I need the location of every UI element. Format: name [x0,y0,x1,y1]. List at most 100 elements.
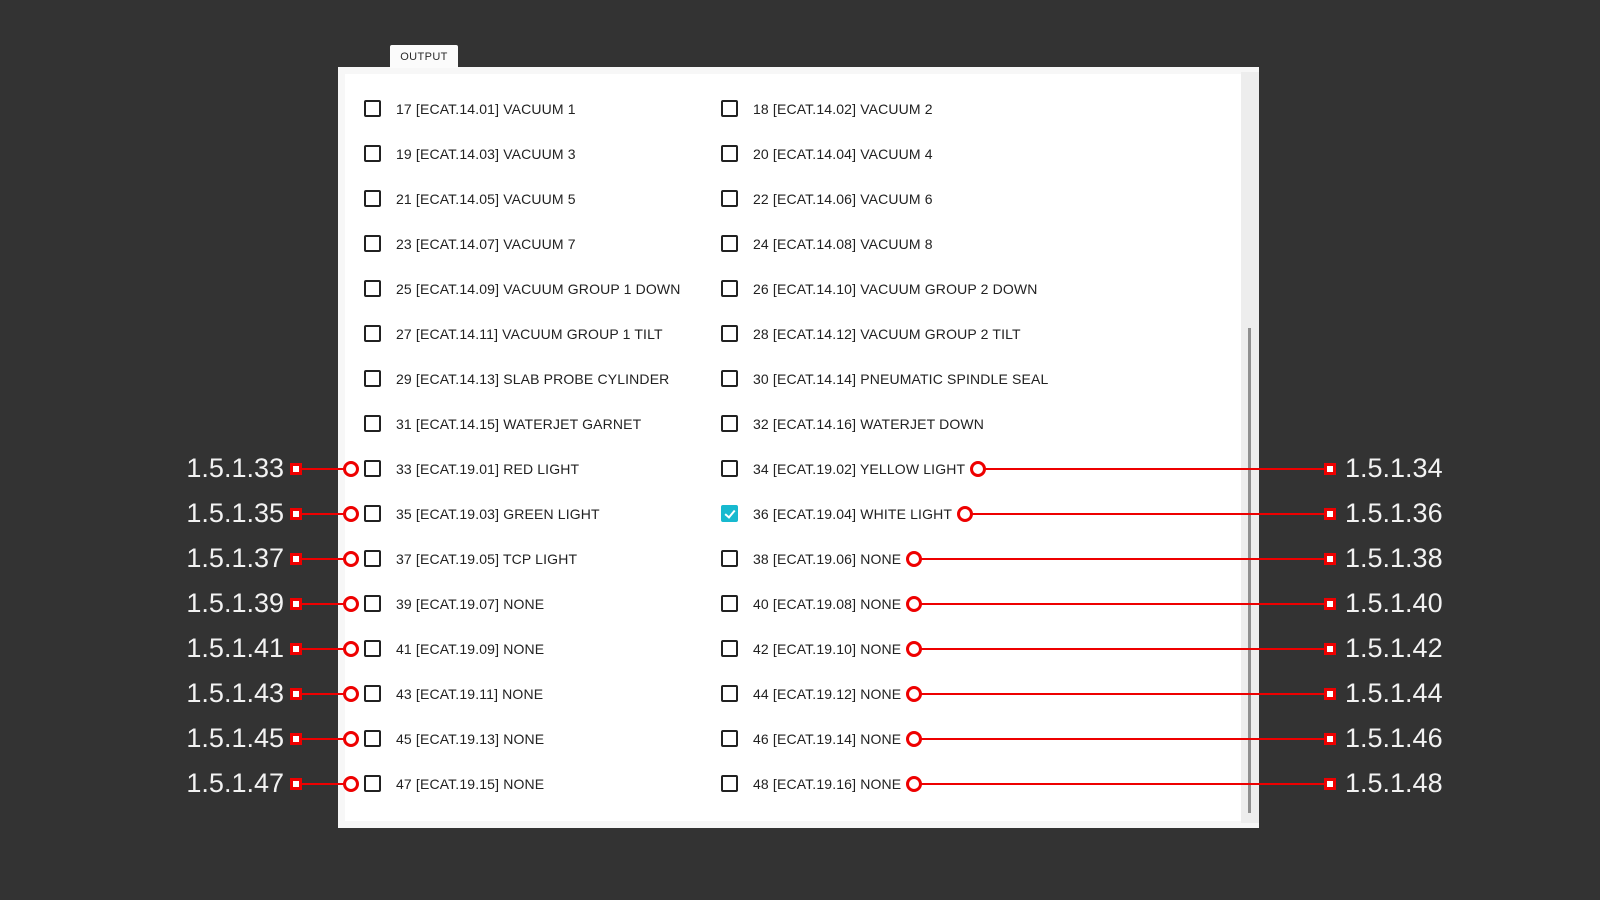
output-item: 24 [ECAT.14.08] VACUUM 8 [721,221,933,266]
checkbox[interactable] [721,775,738,792]
output-item: 37 [ECAT.19.05] TCP LIGHT [364,536,721,581]
output-row: 19 [ECAT.14.03] VACUUM 3 20 [ECAT.14.04] … [364,131,1234,176]
annotation-square-marker [290,463,302,475]
checkbox[interactable] [721,460,738,477]
checkbox[interactable] [364,100,381,117]
annotation-circle [343,641,359,657]
scrollbar-thumb[interactable] [1248,328,1251,813]
checkbox-label: 23 [ECAT.14.07] VACUUM 7 [396,236,576,252]
output-row: 47 [ECAT.19.15] NONE48 [ECAT.19.16] NONE [364,761,1234,806]
annotation-circle [906,596,922,612]
checkbox[interactable] [364,460,381,477]
checkbox[interactable] [364,730,381,747]
output-item: 28 [ECAT.14.12] VACUUM GROUP 2 TILT [721,311,1021,356]
annotation-circle [343,776,359,792]
checkbox[interactable] [721,190,738,207]
checkbox[interactable] [721,505,738,522]
checkbox[interactable] [721,100,738,117]
output-item: 20 [ECAT.14.04] VACUUM 4 [721,131,933,176]
checkbox[interactable] [364,145,381,162]
checkbox[interactable] [364,235,381,252]
annotation-label: 1.5.1.38 [1345,542,1443,573]
annotation-circle [906,686,922,702]
annotation-label: 1.5.1.45 [186,722,284,753]
output-item: 25 [ECAT.14.09] VACUUM GROUP 1 DOWN [364,266,721,311]
checkbox[interactable] [364,325,381,342]
output-item: 43 [ECAT.19.11] NONE [364,671,721,716]
output-panel: 17 [ECAT.14.01] VACUUM 1 18 [ECAT.14.02] … [338,67,1259,828]
checkbox[interactable] [721,730,738,747]
checkbox-label: 36 [ECAT.19.04] WHITE LIGHT [753,506,952,522]
output-item: 38 [ECAT.19.06] NONE [721,536,922,581]
annotation-circle [343,506,359,522]
checkbox[interactable] [721,595,738,612]
checkbox-label: 17 [ECAT.14.01] VACUUM 1 [396,101,576,117]
checkbox[interactable] [364,280,381,297]
output-row: 43 [ECAT.19.11] NONE44 [ECAT.19.12] NONE [364,671,1234,716]
checkbox-label: 21 [ECAT.14.05] VACUUM 5 [396,191,576,207]
annotation-square-marker [290,508,302,520]
annotation-circle [343,596,359,612]
checkbox[interactable] [364,775,381,792]
scrollbar-track[interactable] [1241,72,1259,823]
annotation-label: 1.5.1.47 [186,767,284,798]
output-item: 41 [ECAT.19.09] NONE [364,626,721,671]
output-item: 22 [ECAT.14.06] VACUUM 6 [721,176,933,221]
annotation-label: 1.5.1.40 [1345,587,1443,618]
checkbox[interactable] [364,595,381,612]
checkbox[interactable] [364,685,381,702]
annotation-circle [343,461,359,477]
output-row: 35 [ECAT.19.03] GREEN LIGHT36 [ECAT.19.0… [364,491,1234,536]
output-item: 19 [ECAT.14.03] VACUUM 3 [364,131,721,176]
checkbox[interactable] [721,370,738,387]
annotation-square-marker [290,643,302,655]
output-row: 33 [ECAT.19.01] RED LIGHT34 [ECAT.19.02]… [364,446,1234,491]
checkbox-label: 46 [ECAT.19.14] NONE [753,731,901,747]
annotation-label: 1.5.1.39 [186,587,284,618]
annotation-square-marker [1324,598,1336,610]
checkbox-label: 30 [ECAT.14.14] PNEUMATIC SPINDLE SEAL [753,371,1048,387]
checkbox[interactable] [721,145,738,162]
checkbox[interactable] [364,415,381,432]
annotation-label: 1.5.1.33 [186,452,284,483]
checkbox[interactable] [721,550,738,567]
checkbox[interactable] [721,640,738,657]
checkbox[interactable] [364,370,381,387]
checkbox-label: 37 [ECAT.19.05] TCP LIGHT [396,551,577,567]
tab-output[interactable]: OUTPUT [390,45,458,68]
tab-output-label: OUTPUT [400,51,448,63]
annotation-square-marker [290,688,302,700]
annotation-circle [343,731,359,747]
checkbox-label: 29 [ECAT.14.13] SLAB PROBE CYLINDER [396,371,669,387]
output-row: 39 [ECAT.19.07] NONE40 [ECAT.19.08] NONE [364,581,1234,626]
output-row: 21 [ECAT.14.05] VACUUM 5 22 [ECAT.14.06] … [364,176,1234,221]
checkbox[interactable] [364,550,381,567]
output-item: 36 [ECAT.19.04] WHITE LIGHT [721,491,973,536]
output-item: 45 [ECAT.19.13] NONE [364,716,721,761]
output-item: 40 [ECAT.19.08] NONE [721,581,922,626]
checkbox[interactable] [721,325,738,342]
checkbox[interactable] [721,685,738,702]
output-item: 46 [ECAT.19.14] NONE [721,716,922,761]
annotation-label: 1.5.1.42 [1345,632,1443,663]
checkbox-label: 20 [ECAT.14.04] VACUUM 4 [753,146,933,162]
annotation-square-marker [1324,463,1336,475]
output-item: 29 [ECAT.14.13] SLAB PROBE CYLINDER [364,356,721,401]
annotation-square-marker [290,553,302,565]
checkbox-label: 43 [ECAT.19.11] NONE [396,686,543,702]
output-item: 32 [ECAT.14.16] WATERJET DOWN [721,401,984,446]
output-item: 18 [ECAT.14.02] VACUUM 2 [721,86,933,131]
output-item: 48 [ECAT.19.16] NONE [721,761,922,806]
checkbox[interactable] [364,505,381,522]
annotation-circle [906,776,922,792]
checkbox-label: 27 [ECAT.14.11] VACUUM GROUP 1 TILT [396,326,663,342]
annotation-circle [343,686,359,702]
checkbox[interactable] [364,190,381,207]
annotation-square-marker [1324,688,1336,700]
checkbox[interactable] [721,280,738,297]
output-rows: 17 [ECAT.14.01] VACUUM 1 18 [ECAT.14.02] … [345,74,1234,821]
checkbox[interactable] [721,235,738,252]
output-item: 34 [ECAT.19.02] YELLOW LIGHT [721,446,986,491]
checkbox[interactable] [721,415,738,432]
checkbox[interactable] [364,640,381,657]
